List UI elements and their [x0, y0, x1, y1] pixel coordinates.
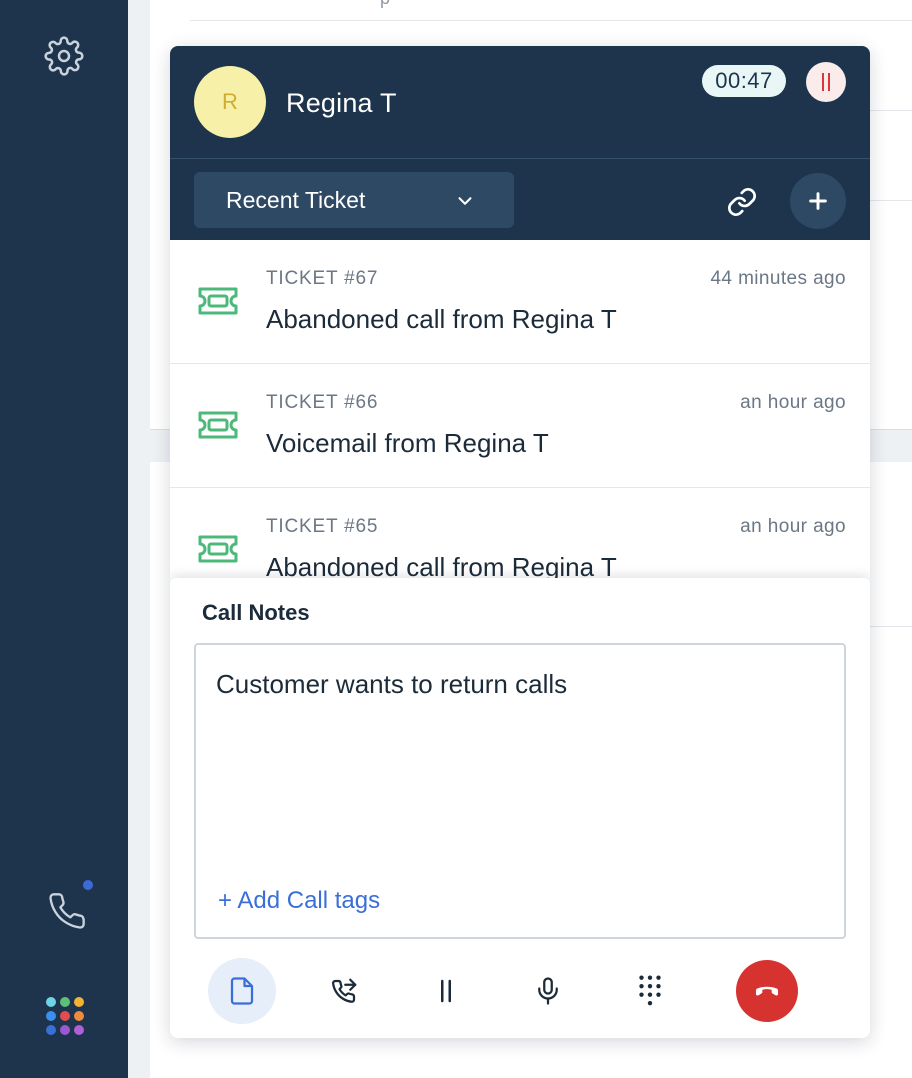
app-dot: [74, 1025, 84, 1035]
app-dot: [60, 997, 70, 1007]
recent-ticket-label: Recent Ticket: [226, 186, 366, 213]
app-dot: [46, 1011, 56, 1021]
ticket-title: Abandoned call from Regina T: [266, 552, 617, 580]
app-dot: [74, 1011, 84, 1021]
ticket-icon: [198, 535, 238, 563]
notification-dot: [83, 880, 93, 890]
call-widget: R Regina T 00:47 Recent Ticket TICKET #6…: [170, 46, 870, 1038]
add-call-tags-link[interactable]: + Add Call tags: [218, 887, 380, 915]
hangup-button[interactable]: [736, 960, 798, 1022]
ticket-row[interactable]: TICKET #66 an hour ago Voicemail from Re…: [170, 364, 870, 488]
ticket-row[interactable]: TICKET #67 44 minutes ago Abandoned call…: [170, 240, 870, 364]
gear-icon[interactable]: [42, 34, 86, 78]
call-notes-input[interactable]: Customer wants to return calls + Add Cal…: [194, 643, 846, 939]
mute-button[interactable]: [514, 958, 582, 1024]
caller-name: Regina T: [286, 88, 397, 118]
ticket-number: TICKET #65: [266, 516, 379, 537]
header-divider: [170, 158, 870, 159]
apps-grid-icon[interactable]: [44, 996, 86, 1036]
divider: [870, 110, 912, 111]
ticket-icon: [198, 411, 238, 439]
keypad-button[interactable]: [616, 958, 684, 1024]
app-dot: [46, 1025, 56, 1035]
transfer-button[interactable]: [310, 958, 378, 1024]
add-ticket-button[interactable]: [790, 173, 846, 229]
notes-button[interactable]: [208, 958, 276, 1024]
background-text: p: [380, 0, 390, 9]
call-notes-panel: Call Notes Customer wants to return call…: [170, 578, 870, 1038]
ticket-list: TICKET #67 44 minutes ago Abandoned call…: [170, 240, 870, 580]
app-dot: [60, 1025, 70, 1035]
keypad-icon: [639, 975, 661, 1006]
avatar: R: [194, 66, 266, 138]
hold-button[interactable]: [412, 958, 480, 1024]
link-icon[interactable]: [722, 182, 762, 222]
transfer-icon: [332, 978, 357, 1003]
ticket-time: 44 minutes ago: [710, 268, 846, 289]
ticket-time: an hour ago: [740, 392, 846, 413]
notes-icon: [230, 977, 254, 1005]
hold-status-icon: [806, 62, 846, 102]
divider: [870, 626, 912, 627]
recent-ticket-dropdown[interactable]: Recent Ticket: [194, 172, 514, 228]
hold-icon: [441, 979, 451, 1003]
hangup-icon: [755, 986, 779, 996]
app-dot: [74, 997, 84, 1007]
divider: [190, 20, 912, 21]
phone-icon[interactable]: [44, 888, 90, 934]
call-notes-title: Call Notes: [202, 600, 310, 625]
ticket-title: Abandoned call from Regina T: [266, 304, 617, 334]
call-header: R Regina T 00:47 Recent Ticket: [170, 46, 870, 240]
call-timer: 00:47: [702, 65, 786, 97]
ticket-number: TICKET #66: [266, 392, 379, 413]
microphone-icon: [538, 977, 558, 1005]
app-dot: [60, 1011, 70, 1021]
call-notes-text: Customer wants to return calls: [216, 669, 568, 699]
ticket-title: Voicemail from Regina T: [266, 428, 549, 458]
chevron-down-icon: [458, 197, 472, 205]
ticket-row[interactable]: TICKET #65 an hour ago Abandoned call fr…: [170, 488, 870, 580]
ticket-time: an hour ago: [740, 516, 846, 537]
ticket-number: TICKET #67: [266, 268, 379, 289]
plus-icon: [809, 192, 827, 210]
call-toolbar: [170, 958, 870, 1028]
ticket-icon: [198, 287, 238, 315]
app-dot: [46, 997, 56, 1007]
app-sidebar: [0, 0, 128, 1078]
divider: [870, 200, 912, 201]
